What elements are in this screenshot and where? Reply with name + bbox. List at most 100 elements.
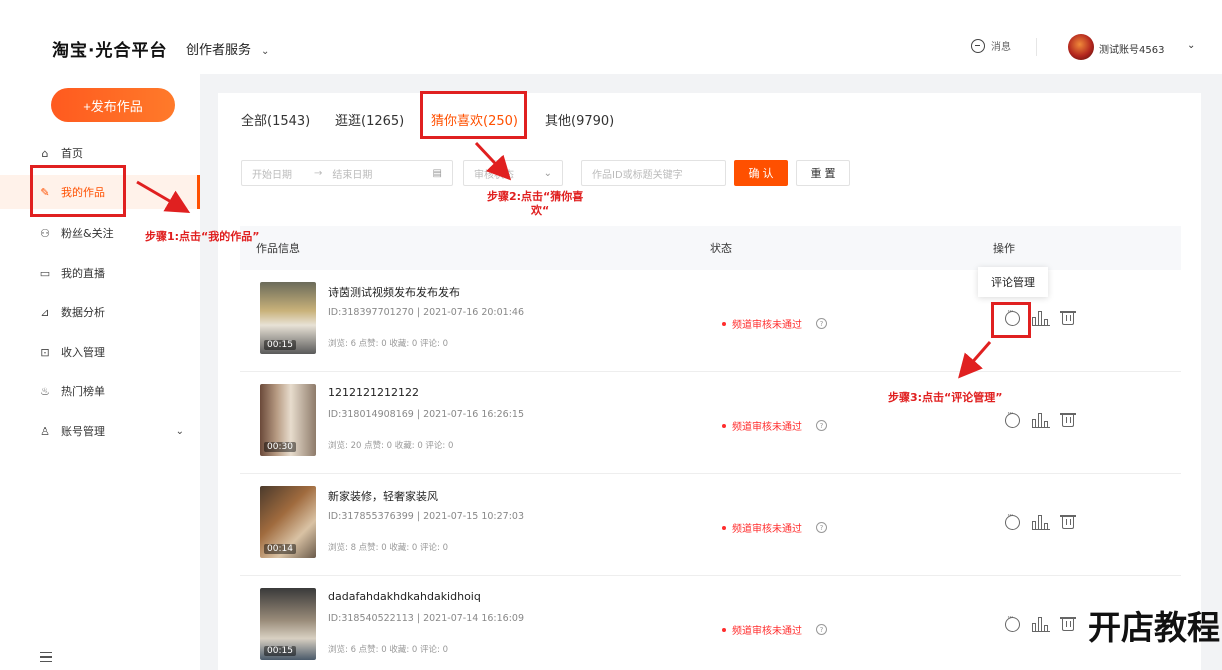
work-meta: ID:318540522113 | 2021-07-14 16:16:09 [328,613,524,624]
video-thumbnail[interactable]: 00:30 [260,384,316,456]
trash-icon[interactable] [1060,617,1076,631]
sidebar-item-hot-list[interactable]: ♨ 热门榜单 [0,374,200,408]
sidebar-item-label: 首页 [61,147,83,160]
wallet-icon: ⊡ [40,345,50,359]
row-actions [1005,511,1076,530]
status-badge: 频道审核未通过? [722,418,827,433]
annotation-step3: 步骤3:点击“评论管理” [888,391,1003,404]
messages-label: 消息 [991,42,1011,53]
work-title[interactable]: 诗茵测试视频发布发布发布 [328,284,460,300]
calendar-icon: ▤ [432,167,442,179]
sidebar-item-label: 收入管理 [61,346,105,359]
work-title[interactable]: 1212121212122 [328,386,419,399]
comment-manage-tooltip: 评论管理 [978,267,1048,297]
table-header: 作品信息 状态 操作 [240,226,1181,270]
chevron-down-icon[interactable]: ⌄ [1187,40,1195,51]
status-dot [722,321,726,326]
work-stats: 浏览: 6 点赞: 0 收藏: 0 评论: 0 [328,339,449,349]
header-divider [1036,38,1037,56]
message-icon [971,38,985,53]
account-name[interactable]: 测试账号4563 [1099,41,1164,56]
comment-manage-icon[interactable] [1005,409,1020,428]
tab-other[interactable]: 其他(9790) [545,110,614,129]
table-row: 00:15 dadafahdakhdkahdakidhoiq ID:318540… [240,576,1181,660]
help-icon[interactable]: ? [816,522,827,533]
status-select[interactable]: 审核状态 ⌄ [463,160,563,186]
app-logo[interactable]: 淘宝·光合平台 [52,36,167,61]
work-title[interactable]: 新家装修，轻奢家装风 [328,488,438,504]
status-badge: 频道审核未通过? [722,316,827,331]
work-stats: 浏览: 6 点赞: 0 收藏: 0 评论: 0 [328,645,449,655]
video-thumbnail[interactable]: 00:15 [260,588,316,660]
work-title[interactable]: dadafahdakhdkahdakidhoiq [328,590,481,603]
confirm-button[interactable]: 确 认 [734,160,788,186]
trash-icon[interactable] [1060,311,1076,325]
video-duration: 00:30 [264,442,296,452]
tab-browse[interactable]: 逛逛(1265) [335,110,404,129]
chevron-down-icon: ⌄ [543,167,552,179]
messages-button[interactable]: 消息 [971,38,1011,53]
reset-button[interactable]: 重 置 [796,160,850,186]
highlight-my-works [30,165,126,217]
avatar[interactable] [1068,34,1094,60]
status-dot [722,423,726,428]
flame-icon: ♨ [40,384,50,398]
work-stats: 浏览: 20 点赞: 0 收藏: 0 评论: 0 [328,441,454,451]
creator-service-label: 创作者服务 [186,43,252,58]
col-header-actions: 操作 [993,242,1015,255]
sidebar-item-live[interactable]: ▭ 我的直播 [0,256,200,290]
date-range-picker[interactable]: 开始日期 → 结束日期 ▤ [241,160,453,186]
sidebar-item-label: 数据分析 [61,306,105,319]
video-thumbnail[interactable]: 00:15 [260,282,316,354]
video-thumbnail[interactable]: 00:14 [260,486,316,558]
annotation-step1: 步骤1:点击“我的作品” [145,230,260,243]
status-dot [722,627,726,632]
trash-icon[interactable] [1060,515,1076,529]
status-dot [722,525,726,530]
sidebar-item-analytics[interactable]: ⊿ 数据分析 [0,295,200,329]
watermark-text: 开店教程 [1088,608,1220,647]
help-icon[interactable]: ? [816,420,827,431]
col-header-status: 状态 [710,242,732,255]
col-header-work-info: 作品信息 [256,242,300,255]
status-badge: 频道审核未通过? [722,622,827,637]
bar-chart-icon[interactable] [1032,616,1050,632]
users-icon: ⚇ [40,226,50,240]
status-badge: 频道审核未通过? [722,520,827,535]
bar-chart-icon[interactable] [1032,310,1050,326]
start-date-placeholder: 开始日期 [252,169,292,181]
search-input[interactable]: 作品ID或标题关键字 [581,160,726,186]
chart-icon: ⊿ [40,305,50,319]
home-icon: ⌂ [41,146,49,160]
person-icon: ♙ [40,424,50,438]
sidebar-item-label: 粉丝&关注 [61,227,114,240]
row-actions [1005,613,1076,632]
collapse-menu-icon[interactable] [40,652,52,662]
work-stats: 浏览: 8 点赞: 0 收藏: 0 评论: 0 [328,543,449,553]
publish-button[interactable]: +发布作品 [51,88,175,122]
table-row: 00:14 新家装修，轻奢家装风 ID:317855376399 | 2021-… [240,474,1181,576]
sidebar-item-income[interactable]: ⊡ 收入管理 [0,335,200,369]
highlight-comment-icon [991,302,1031,338]
row-actions [1005,409,1076,428]
work-meta: ID:318397701270 | 2021-07-16 20:01:46 [328,307,524,318]
annotation-step2-line2: 欢“ [531,204,550,217]
status-text: 频道审核未通过 [732,524,802,535]
live-icon: ▭ [39,266,51,280]
work-meta: ID:318014908169 | 2021-07-16 16:26:15 [328,409,524,420]
bar-chart-icon[interactable] [1032,514,1050,530]
creator-service-menu[interactable]: 创作者服务 ⌄ [186,39,269,58]
bar-chart-icon[interactable] [1032,412,1050,428]
status-text: 频道审核未通过 [732,626,802,637]
video-duration: 00:14 [264,544,296,554]
status-select-placeholder: 审核状态 [474,169,514,181]
end-date-placeholder: 结束日期 [332,169,373,181]
work-meta: ID:317855376399 | 2021-07-15 10:27:03 [328,511,524,522]
help-icon[interactable]: ? [816,624,827,635]
comment-manage-icon[interactable] [1005,613,1020,632]
tab-all[interactable]: 全部(1543) [241,110,310,129]
comment-manage-icon[interactable] [1005,511,1020,530]
help-icon[interactable]: ? [816,318,827,329]
trash-icon[interactable] [1060,413,1076,427]
sidebar-item-account[interactable]: ♙ 账号管理 ⌄ [0,414,200,448]
